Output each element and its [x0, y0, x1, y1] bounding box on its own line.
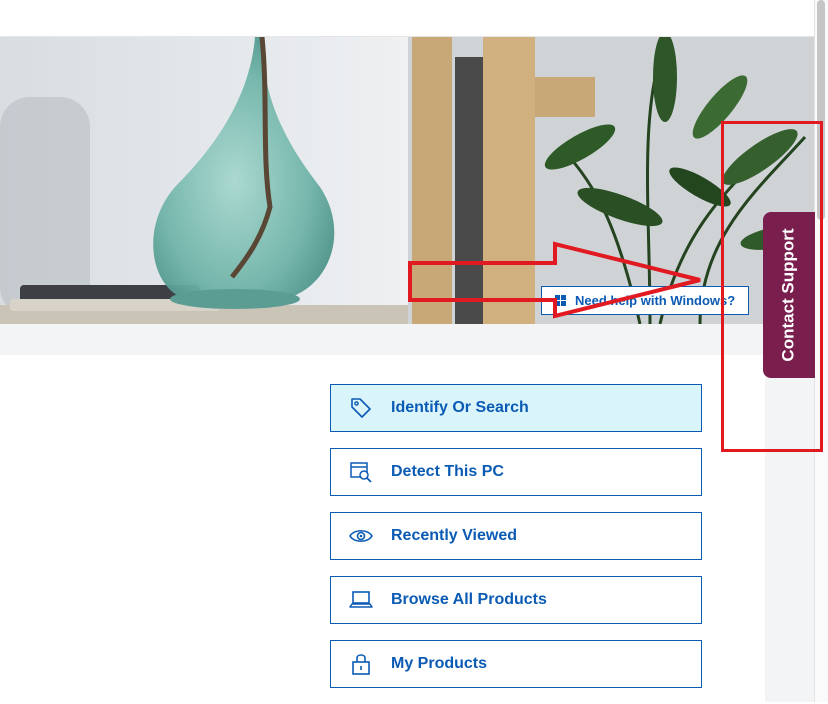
top-bar	[0, 0, 814, 37]
contact-support-label: Contact Support	[779, 228, 798, 362]
need-help-windows-label: Need help with Windows?	[575, 293, 736, 308]
menu-item-identify-or-search[interactable]: Identify Or Search	[330, 384, 702, 432]
eye-icon	[349, 524, 373, 548]
lock-icon	[349, 652, 373, 676]
scrollbar-thumb[interactable]	[817, 0, 825, 220]
menu-item-recently-viewed[interactable]: Recently Viewed	[330, 512, 702, 560]
side-panel-gray	[765, 355, 814, 702]
menu-item-label: Identify Or Search	[391, 399, 529, 416]
product-support-menu: Identify Or Search Detect This PC Recent…	[330, 384, 702, 704]
tag-icon	[349, 396, 373, 420]
windows-logo-icon	[555, 294, 567, 307]
gray-band	[0, 324, 814, 355]
menu-item-label: My Products	[391, 655, 488, 672]
hero-banner-image	[0, 37, 814, 324]
menu-item-my-products[interactable]: My Products	[330, 640, 702, 688]
menu-item-label: Detect This PC	[391, 463, 504, 480]
menu-item-label: Recently Viewed	[391, 527, 517, 544]
contact-support-tab[interactable]: Contact Support	[763, 212, 815, 378]
need-help-windows-button[interactable]: Need help with Windows?	[541, 286, 749, 315]
laptop-icon	[349, 588, 373, 612]
menu-item-detect-this-pc[interactable]: Detect This PC	[330, 448, 702, 496]
detect-pc-icon	[349, 460, 373, 484]
menu-item-browse-all-products[interactable]: Browse All Products	[330, 576, 702, 624]
menu-item-label: Browse All Products	[391, 591, 547, 608]
